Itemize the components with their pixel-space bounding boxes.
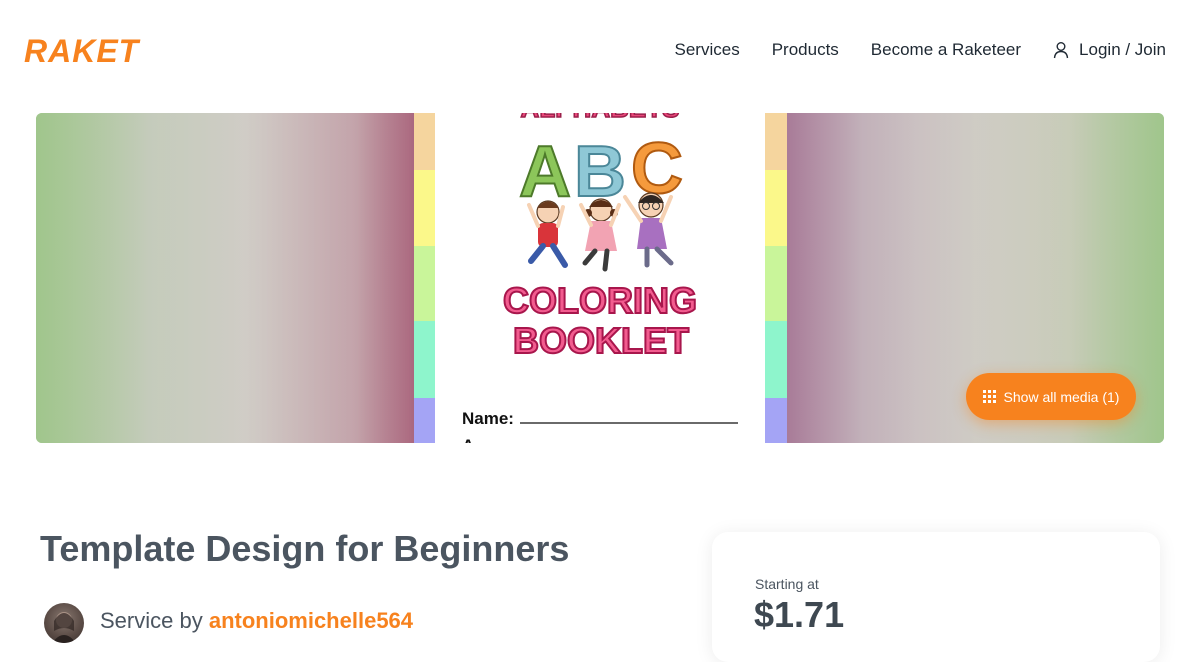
- booklet-title-line2: BOOKLET: [513, 320, 689, 361]
- user-icon: [1053, 42, 1069, 59]
- avatar-photo: [52, 612, 76, 643]
- booklet-top-heading: ALPHABETS: [521, 113, 680, 123]
- main-nav: Services Products Become a Raketeer Logi…: [643, 40, 1166, 60]
- nav-services[interactable]: Services: [675, 40, 740, 60]
- logo-text: RAKET: [24, 34, 141, 68]
- author-username-link[interactable]: antoniomichelle564: [209, 608, 413, 633]
- booklet-name-label: Name:: [462, 409, 514, 428]
- pricing-card: Starting at $1.71: [712, 532, 1160, 662]
- author-avatar[interactable]: [44, 603, 84, 643]
- site-header: RAKET Services Products Become a Raketee…: [0, 0, 1200, 100]
- raket-logo[interactable]: RAKET: [24, 34, 160, 68]
- booklet-cover-image: ALPHABETS A B C: [435, 113, 765, 443]
- show-all-media-label: Show all media (1): [1003, 388, 1120, 405]
- nav-become-raketeer[interactable]: Become a Raketeer: [871, 40, 1021, 60]
- booklet-artwork: ALPHABETS A B C: [462, 113, 738, 443]
- color-stripes-right: [765, 113, 787, 443]
- service-media-gallery[interactable]: ALPHABETS A B C: [36, 113, 1164, 443]
- starting-at-label: Starting at: [755, 576, 819, 592]
- show-all-media-button[interactable]: Show all media (1): [966, 373, 1136, 420]
- nav-products[interactable]: Products: [772, 40, 839, 60]
- booklet-cutoff-text: A: [462, 436, 474, 443]
- service-title: Template Design for Beginners: [40, 528, 570, 569]
- blurred-background-left: [36, 113, 414, 443]
- booklet-title-line1: COLORING: [503, 280, 697, 321]
- grid-icon: [982, 390, 996, 403]
- login-join-label: Login / Join: [1079, 40, 1166, 59]
- letter-a: A: [519, 132, 571, 212]
- color-stripes-left: [414, 113, 436, 443]
- kid-middle-illustration: [579, 198, 621, 272]
- service-by-label: Service by: [100, 608, 203, 633]
- service-by-line: Service by antoniomichelle564: [100, 608, 413, 634]
- login-join-link[interactable]: Login / Join: [1053, 40, 1166, 60]
